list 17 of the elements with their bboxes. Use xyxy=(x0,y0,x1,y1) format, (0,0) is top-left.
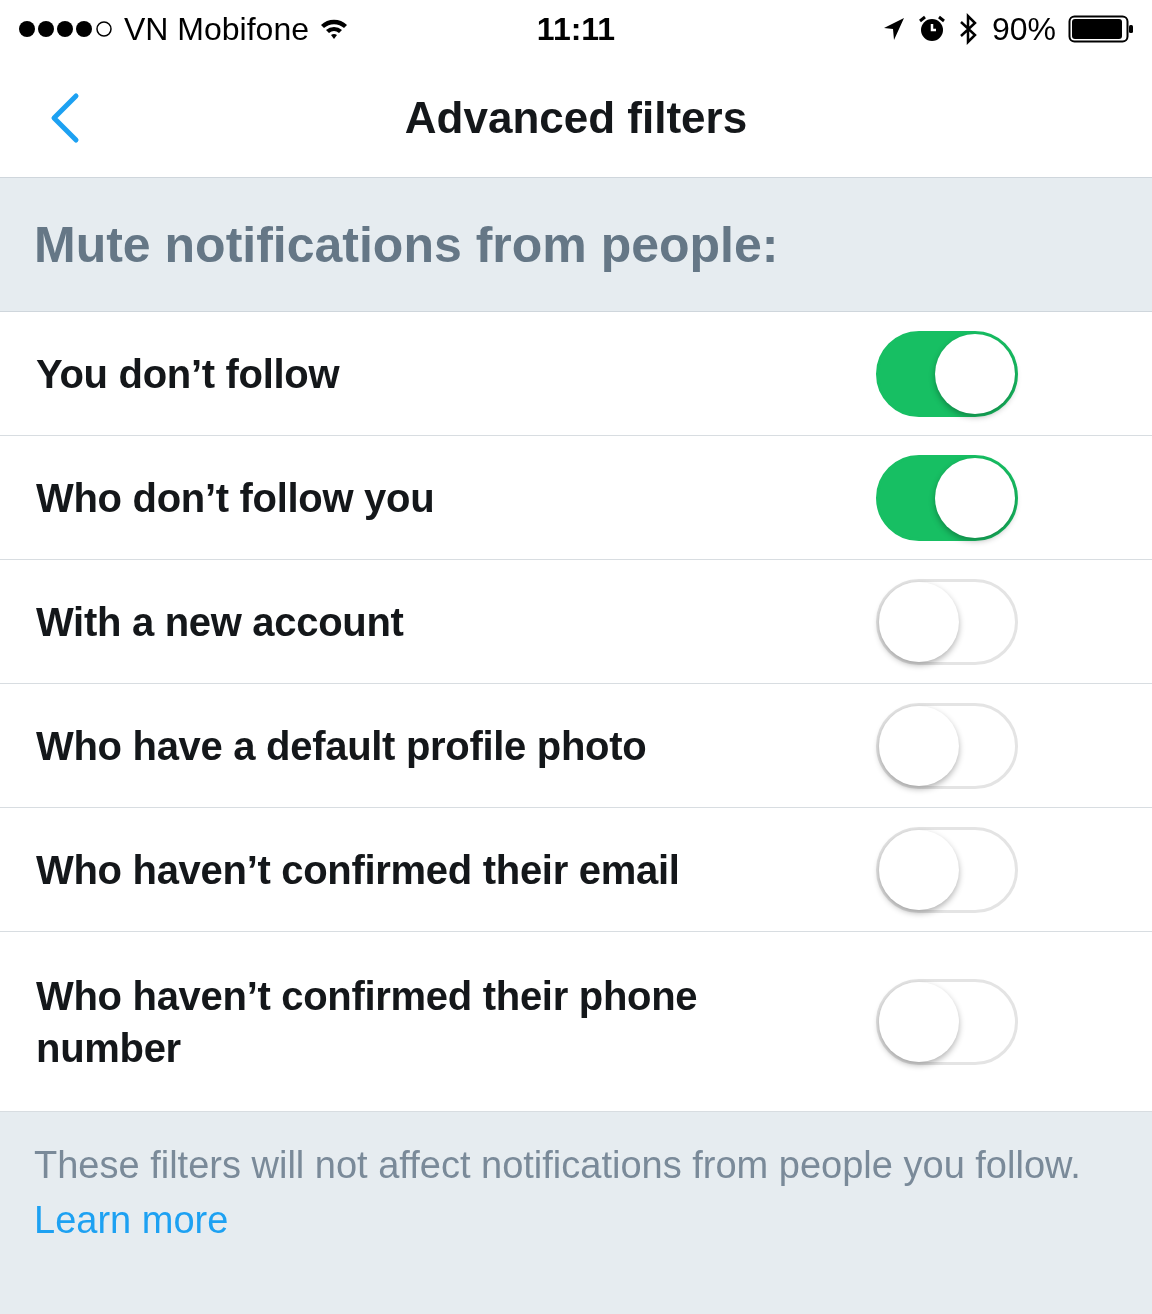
setting-label: Who haven’t confirmed their email xyxy=(36,846,681,894)
battery-icon xyxy=(1068,15,1134,43)
setting-label: Who have a default profile photo xyxy=(36,722,648,770)
alarm-clock-icon xyxy=(917,15,946,43)
setting-label: With a new account xyxy=(36,598,405,646)
section-heading: Mute notifications from people: xyxy=(34,215,779,274)
clock-time: 11:11 xyxy=(536,10,616,47)
carrier-name: VN Mobifone xyxy=(124,10,309,48)
setting-label: Who haven’t confirmed their phone number xyxy=(36,972,699,1072)
footer-note: These filters will not affect notifications from people you follow. Learn more xyxy=(34,1144,1081,1242)
learn-more-link[interactable]: Learn more xyxy=(34,1199,229,1242)
wifi-icon xyxy=(319,17,349,41)
screen-title: Advanced filters xyxy=(404,92,748,142)
battery-percentage: 90% xyxy=(991,10,1056,48)
setting-label: Who don’t follow you xyxy=(36,474,436,522)
setting-label: You don’t follow xyxy=(36,350,341,398)
signal-icon xyxy=(18,20,114,38)
